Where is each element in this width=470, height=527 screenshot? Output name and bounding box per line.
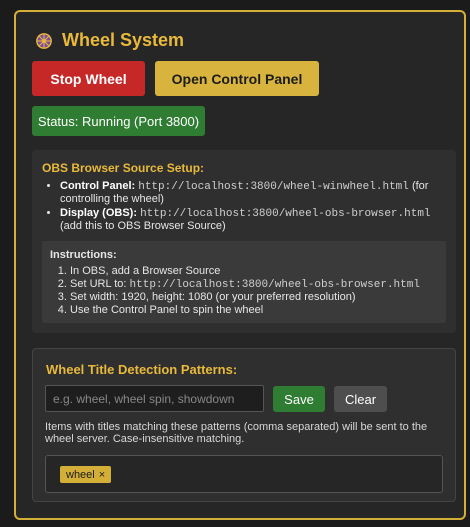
- tag-label: wheel: [66, 468, 95, 481]
- list-item: Set URL to: http://localhost:3800/wheel-…: [70, 278, 420, 292]
- status-badge: Status: Running (Port 3800): [32, 106, 205, 136]
- list-item: Display (OBS): http://localhost:3800/whe…: [60, 207, 440, 232]
- obs-setup-section: OBS Browser Source Setup: Control Panel:…: [32, 150, 456, 333]
- display-obs-note: (add this to OBS Browser Source): [60, 220, 226, 232]
- list-item: Use the Control Panel to spin the wheel: [70, 304, 420, 317]
- pattern-input[interactable]: [45, 385, 264, 412]
- list-item: In OBS, add a Browser Source: [70, 265, 420, 278]
- tag-remove-icon[interactable]: ×: [99, 469, 105, 481]
- pattern-tag: wheel ×: [60, 466, 112, 483]
- control-panel-label: Control Panel:: [60, 180, 136, 192]
- instructions-title: Instructions:: [50, 249, 117, 261]
- instructions-box: Instructions: In OBS, add a Browser Sour…: [42, 241, 446, 323]
- list-item: Set width: 1920, height: 1080 (or your p…: [70, 291, 420, 304]
- open-control-panel-button[interactable]: Open Control Panel: [155, 61, 319, 96]
- control-panel-url: http://localhost:3800/wheel-winwheel.htm…: [138, 181, 409, 193]
- display-obs-label: Display (OBS):: [60, 207, 138, 219]
- page-title: Wheel System: [62, 30, 185, 50]
- header: Wheel System: [35, 30, 184, 51]
- patterns-title: Wheel Title Detection Patterns:: [46, 362, 238, 377]
- wheel-icon: [36, 32, 52, 49]
- clear-button[interactable]: Clear: [334, 386, 387, 412]
- obs-url-list: Control Panel: http://localhost:3800/whe…: [60, 180, 440, 234]
- display-obs-url: http://localhost:3800/wheel-obs-browser.…: [140, 208, 431, 220]
- list-item: Control Panel: http://localhost:3800/whe…: [60, 180, 440, 205]
- title-patterns-section: Wheel Title Detection Patterns: Save Cle…: [32, 348, 456, 502]
- step-text: Set URL to:: [70, 277, 127, 290]
- obs-setup-title: OBS Browser Source Setup:: [42, 161, 205, 175]
- step-url: http://localhost:3800/wheel-obs-browser.…: [129, 278, 420, 291]
- pattern-tags-box: wheel ×: [45, 455, 443, 493]
- stop-wheel-button[interactable]: Stop Wheel: [32, 61, 145, 96]
- wheel-system-panel: Wheel System Stop Wheel Open Control Pan…: [14, 10, 466, 520]
- instructions-list: In OBS, add a Browser Source Set URL to:…: [70, 265, 420, 316]
- patterns-help-text: Items with titles matching these pattern…: [45, 421, 428, 445]
- save-button[interactable]: Save: [273, 386, 325, 412]
